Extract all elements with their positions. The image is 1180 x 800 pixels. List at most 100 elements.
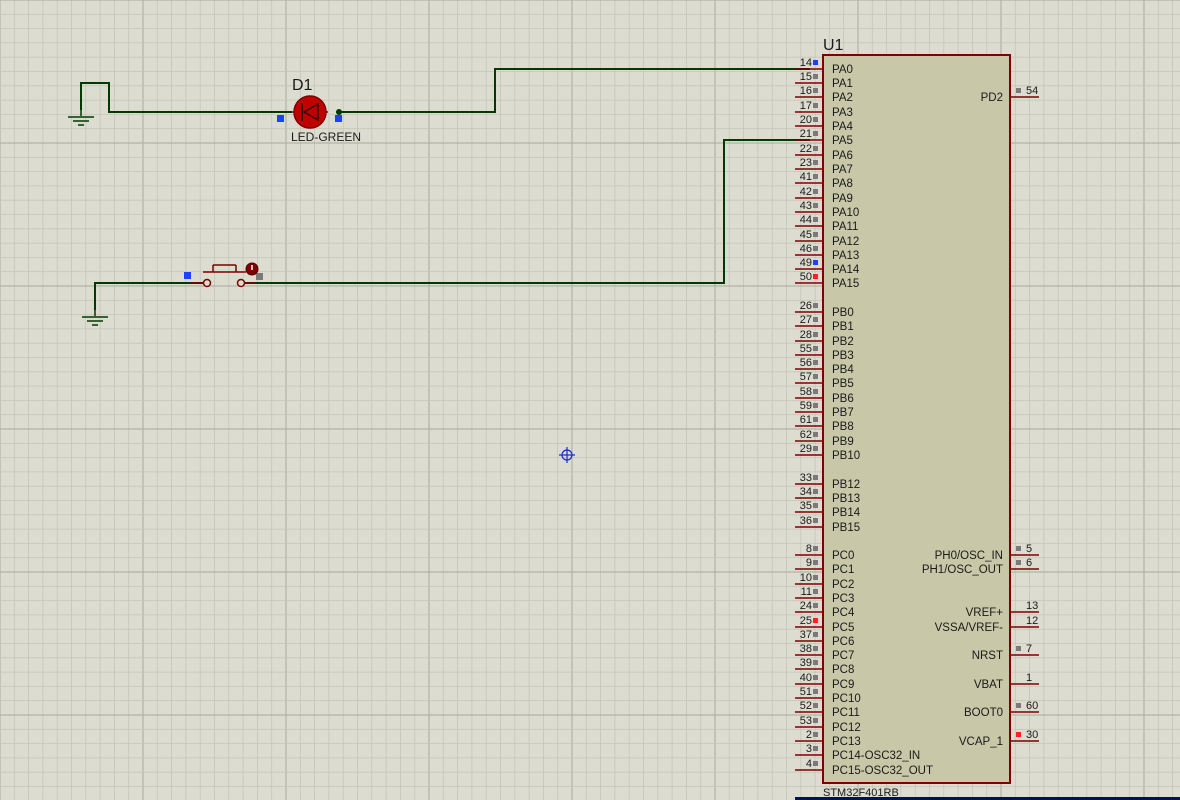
pin-number: 27 xyxy=(800,314,812,326)
pin-number: 44 xyxy=(800,214,812,226)
pin-number: 59 xyxy=(800,400,812,412)
pin-number: 11 xyxy=(801,586,812,598)
pin-label: PC4 xyxy=(832,607,855,619)
pin-marker xyxy=(813,274,818,279)
pin-label: PC14-OSC32_IN xyxy=(832,750,920,762)
pin-marker xyxy=(813,403,818,408)
pin-marker xyxy=(813,232,818,237)
pin-label: PB7 xyxy=(832,407,854,419)
pin-marker xyxy=(813,417,818,422)
pin-marker xyxy=(813,761,818,766)
pin-label: PB14 xyxy=(832,507,861,519)
pin-marker xyxy=(813,703,818,708)
pin-label: PB1 xyxy=(832,321,854,333)
pin-number: 46 xyxy=(800,243,812,255)
pin-label: PA12 xyxy=(832,236,859,248)
pin-label: PB8 xyxy=(832,421,854,433)
pin-label: PC13 xyxy=(832,736,861,748)
pin-marker xyxy=(813,746,818,751)
wire-ground-to-led[interactable] xyxy=(80,82,292,113)
schematic-canvas[interactable]: D1 LED-GREEN U1 STM32F401RB 14PA015PA116… xyxy=(0,0,1180,800)
led-icon[interactable]: D1 LED-GREEN xyxy=(277,77,361,144)
pin-marker xyxy=(813,174,818,179)
pin-marker xyxy=(813,203,818,208)
pin-label: PA0 xyxy=(832,64,853,76)
pin-label: PH0/OSC_IN xyxy=(935,550,1003,562)
pin-marker xyxy=(813,660,818,665)
pin-marker xyxy=(1016,703,1021,708)
pin-number: 16 xyxy=(800,85,812,97)
pin-number: 30 xyxy=(1026,729,1038,741)
pin-label: PA6 xyxy=(832,150,853,162)
pin-marker xyxy=(813,332,818,337)
pin-marker xyxy=(813,88,818,93)
pin-marker xyxy=(813,303,818,308)
pin-label: PB5 xyxy=(832,378,854,390)
pin-number: 9 xyxy=(806,557,812,569)
pin-marker xyxy=(813,374,818,379)
pin-marker xyxy=(256,273,263,280)
pin-number: 1 xyxy=(1026,672,1032,684)
pin-label: PC8 xyxy=(832,664,854,676)
pin-marker xyxy=(813,518,818,523)
pin-label: PA8 xyxy=(832,178,853,190)
microcontroller-u1[interactable]: U1 STM32F401RB 14PA015PA116PA217PA320PA4… xyxy=(795,37,1039,799)
pin-label: PA7 xyxy=(832,164,853,176)
pin-number: 17 xyxy=(800,100,812,112)
pin-marker xyxy=(813,618,818,623)
pin-number: 4 xyxy=(806,758,812,770)
pin-marker xyxy=(813,560,818,565)
pin-number: 38 xyxy=(800,643,812,655)
pin-label: PC7 xyxy=(832,650,854,662)
pin-number: 35 xyxy=(800,500,812,512)
wire-led-to-pa0[interactable] xyxy=(340,68,810,113)
pin-marker xyxy=(813,503,818,508)
pin-label: PC2 xyxy=(832,579,854,591)
pin-marker xyxy=(813,589,818,594)
pin-label: PB3 xyxy=(832,350,854,362)
pin-label: PB4 xyxy=(832,364,854,376)
pin-marker xyxy=(813,732,818,737)
pin-marker xyxy=(813,103,818,108)
pin-marker xyxy=(813,346,818,351)
wire-ground-to-button[interactable] xyxy=(94,282,208,310)
pin-label: PA1 xyxy=(832,78,853,90)
pin-label: PA2 xyxy=(832,92,853,104)
pin-number: 58 xyxy=(800,386,812,398)
pin-number: 42 xyxy=(800,186,812,198)
pin-marker xyxy=(277,115,284,122)
pin-label: PA3 xyxy=(832,107,853,119)
pin-number: 60 xyxy=(1026,700,1038,712)
pin-label: PC9 xyxy=(832,679,854,691)
pin-marker xyxy=(813,117,818,122)
led-reference: D1 xyxy=(292,77,313,94)
pin-number: 50 xyxy=(800,271,812,283)
pin-marker xyxy=(813,260,818,265)
pin-number: 15 xyxy=(800,71,812,83)
wire-button-to-pa5[interactable] xyxy=(241,139,810,284)
pin-label: PC1 xyxy=(832,564,854,576)
pin-number: 34 xyxy=(800,486,812,498)
pin-label: PB0 xyxy=(832,307,854,319)
pin-label: PB9 xyxy=(832,436,854,448)
pin-marker xyxy=(1016,546,1021,551)
pin-marker xyxy=(813,603,818,608)
pin-number: 40 xyxy=(800,672,812,684)
pin-label: PD2 xyxy=(981,92,1003,104)
pin-number: 2 xyxy=(806,729,812,741)
push-button-icon[interactable] xyxy=(184,262,263,288)
pin-marker xyxy=(184,272,191,279)
pin-marker xyxy=(813,74,818,79)
pin-label: PC0 xyxy=(832,550,854,562)
pin-marker xyxy=(813,446,818,451)
pin-marker xyxy=(813,317,818,322)
pin-number: 20 xyxy=(800,114,812,126)
pin-number: 12 xyxy=(1026,615,1038,627)
pin-label: PA9 xyxy=(832,193,853,205)
pin-number: 57 xyxy=(800,371,812,383)
pin-number: 54 xyxy=(1026,85,1038,97)
pin-label: PC12 xyxy=(832,722,861,734)
pin-number: 61 xyxy=(800,414,812,426)
pin-label: PA4 xyxy=(832,121,853,133)
pin-marker xyxy=(335,115,342,122)
